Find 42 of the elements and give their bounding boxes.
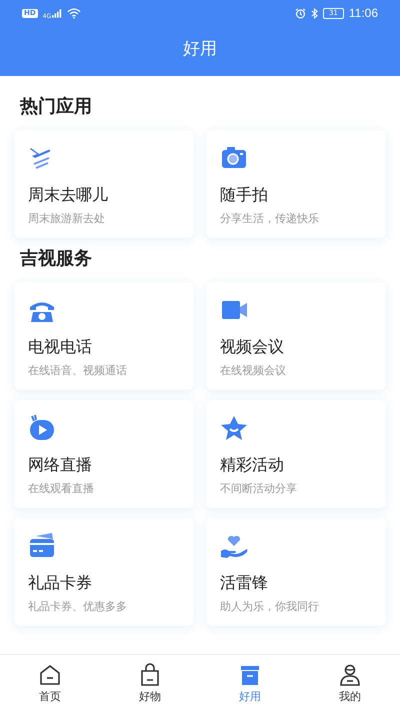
wifi-icon bbox=[67, 8, 82, 18]
tab-item[interactable]: 好物 bbox=[100, 655, 200, 711]
service-card[interactable]: 网络直播 在线观看直播 bbox=[14, 400, 194, 508]
card-title: 视频会议 bbox=[220, 337, 285, 358]
card-subtitle: 不间断活动分享 bbox=[220, 481, 298, 496]
star-icon bbox=[220, 414, 248, 442]
bluetooth-icon bbox=[310, 8, 318, 18]
tab-item[interactable]: 我的 bbox=[300, 655, 400, 711]
service-card[interactable]: 活雷锋 助人为乐，你我同行 bbox=[206, 518, 386, 626]
alarm-icon bbox=[294, 8, 306, 18]
status-time: 11:06 bbox=[348, 6, 378, 20]
service-card[interactable]: 精彩活动 不间断活动分享 bbox=[206, 400, 386, 508]
service-card[interactable]: 礼品卡券 礼品卡券、优惠多多 bbox=[14, 518, 194, 626]
tab-item[interactable]: 首页 bbox=[0, 655, 100, 711]
card-subtitle: 分享生活，传递快乐 bbox=[220, 211, 320, 226]
card-subtitle: 助人为乐，你我同行 bbox=[220, 599, 320, 614]
service-card[interactable]: 电视电话 在线语音、视频通话 bbox=[14, 282, 194, 390]
page-title: 好用 bbox=[182, 38, 218, 61]
card-title: 精彩活动 bbox=[220, 455, 285, 476]
section-title: 吉视服务 bbox=[20, 247, 93, 270]
card-title: 网络直播 bbox=[28, 455, 93, 476]
card-title: 礼品卡券 bbox=[28, 573, 93, 594]
card-title: 周末去哪儿 bbox=[28, 185, 109, 206]
shopping-bag-icon bbox=[138, 662, 162, 686]
play-icon bbox=[28, 414, 56, 442]
card-subtitle: 在线观看直播 bbox=[28, 481, 95, 496]
service-card[interactable]: 周末去哪儿 周末旅游新去处 bbox=[14, 130, 194, 238]
card-subtitle: 在线视频会议 bbox=[220, 363, 287, 378]
person-icon bbox=[338, 662, 362, 686]
tab-item[interactable]: 好用 bbox=[200, 655, 300, 711]
service-card[interactable]: 随手拍 分享生活，传递快乐 bbox=[206, 130, 386, 238]
card-subtitle: 周末旅游新去处 bbox=[28, 211, 106, 226]
service-card[interactable]: 视频会议 在线视频会议 bbox=[206, 282, 386, 390]
card-title: 活雷锋 bbox=[220, 573, 269, 594]
card-subtitle: 在线语音、视频通话 bbox=[28, 363, 128, 378]
card-title: 随手拍 bbox=[220, 185, 269, 206]
signal-icon bbox=[52, 8, 62, 18]
home-icon bbox=[38, 662, 62, 686]
card-subtitle: 礼品卡券、优惠多多 bbox=[28, 599, 128, 614]
card-title: 电视电话 bbox=[28, 337, 93, 358]
card-icon bbox=[28, 532, 56, 560]
section-title: 热门应用 bbox=[20, 95, 93, 118]
